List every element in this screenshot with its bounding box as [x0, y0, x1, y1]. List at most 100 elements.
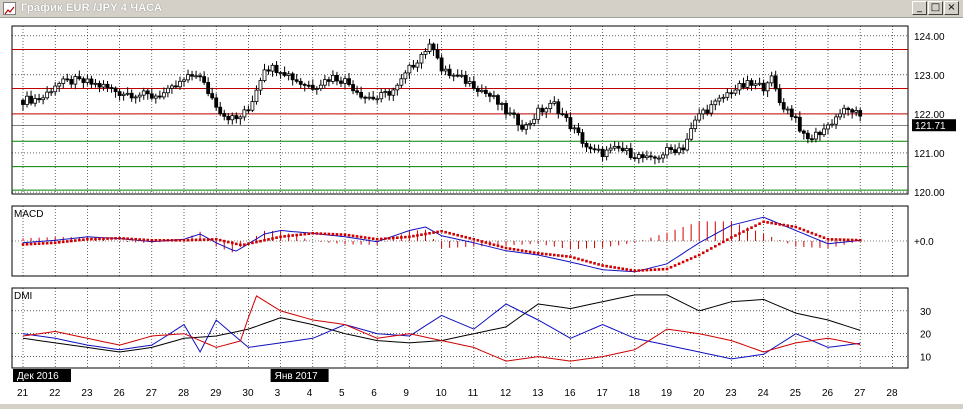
x-tick-label: 20	[693, 388, 705, 399]
candle-body	[475, 88, 480, 92]
chart-canvas[interactable]: 120.00121.00122.00123.00124.00121.71 MAC…	[0, 18, 963, 404]
candle-body	[41, 97, 46, 101]
macd-signal-dot	[371, 237, 375, 240]
macd-signal-dot	[138, 238, 142, 241]
x-tick-label: 25	[790, 388, 802, 399]
candle-body	[137, 94, 142, 98]
macd-signal-dot	[202, 238, 206, 241]
candle-body	[532, 118, 537, 124]
macd-signal-dot	[359, 235, 363, 239]
macd-signal-dot	[41, 242, 45, 245]
candle-body	[234, 115, 239, 120]
chart-area[interactable]: 120.00 121.00 122.00 123.00 124.00 121.71 MAC…	[0, 18, 963, 404]
macd-signal-dot	[74, 239, 77, 242]
candle-body	[854, 110, 859, 113]
macd-signal-dot	[540, 252, 544, 255]
macd-signal-dot	[597, 263, 600, 266]
macd-signal-dot	[404, 235, 407, 239]
macd-signal-dot	[714, 244, 717, 248]
candle-body	[262, 69, 267, 81]
macd-signal-dot	[194, 238, 198, 242]
candle-body	[415, 62, 420, 68]
x-tick-label: 23	[81, 388, 93, 399]
macd-signal-dot	[408, 235, 411, 239]
candle-body	[194, 75, 198, 78]
candle-body	[552, 101, 557, 104]
candle-body	[206, 82, 211, 94]
candle-body	[403, 72, 408, 80]
macd-signal-dot	[45, 241, 49, 245]
price-tick-label: 124.00	[914, 32, 945, 43]
candle-body	[596, 148, 601, 151]
macd-signal-dot	[468, 236, 472, 240]
candle-body	[793, 116, 798, 119]
candle-body	[661, 154, 665, 159]
candle-body	[516, 113, 520, 126]
macd-signal-dot	[649, 268, 653, 272]
candle-body	[37, 98, 41, 101]
macd-signal-dot	[669, 265, 673, 269]
macd-signal-dot	[806, 230, 810, 233]
candle-body	[624, 148, 629, 152]
candle-body	[145, 90, 150, 95]
macd-signal-dot	[641, 269, 645, 272]
candle-body	[483, 89, 488, 94]
candle-body	[717, 97, 722, 102]
candle-body	[709, 104, 714, 114]
candle-body	[572, 127, 577, 130]
candle-body	[387, 91, 392, 96]
macd-signal-dot	[830, 238, 834, 241]
candle-body	[761, 82, 766, 92]
candle-body	[846, 107, 851, 111]
candle-body	[214, 97, 219, 108]
macd-signal-dot	[532, 251, 536, 254]
candle-body	[33, 98, 37, 104]
macd-signal-dot	[488, 242, 492, 245]
macd-signal-dot	[146, 238, 150, 242]
candle-body	[431, 43, 436, 51]
macd-signal-dot	[210, 238, 214, 241]
macd-signal-dot	[512, 248, 516, 251]
macd-pane: MACD +0.0	[11, 205, 934, 277]
candle-body	[544, 108, 549, 113]
candle-body	[520, 124, 524, 130]
macd-signal-dot	[520, 249, 524, 252]
candle-body	[165, 87, 170, 94]
minimize-button[interactable]: _	[912, 1, 927, 15]
candle-body	[701, 109, 706, 115]
macd-signal-dot	[617, 266, 620, 270]
candle-body	[85, 78, 90, 83]
macd-signal-dot	[826, 237, 830, 241]
macd-signal-dot	[231, 241, 234, 245]
macd-signal-dot	[657, 268, 661, 271]
macd-signal-dot	[412, 234, 415, 238]
candle-body	[814, 131, 818, 140]
candle-body	[753, 83, 758, 86]
macd-signal-dot	[528, 250, 532, 254]
candle-body	[383, 91, 388, 93]
candle-body	[697, 113, 702, 121]
macd-signal-dot	[774, 222, 777, 226]
candle-body	[29, 95, 33, 104]
macd-signal-dot	[331, 232, 335, 236]
macd-signal-dot	[222, 239, 226, 243]
title-bar[interactable]: График EUR /JPY 4 ЧАСА _ □ ×	[0, 0, 963, 18]
last-price-label: 121.71	[915, 121, 946, 132]
close-button[interactable]: ×	[944, 1, 959, 15]
candle-body	[298, 80, 303, 85]
macd-signal-dot	[375, 237, 379, 241]
macd-signal-dot	[754, 224, 757, 227]
macd-signal-dot	[653, 268, 657, 271]
candle-body	[443, 68, 448, 72]
macd-signal-dot	[110, 237, 113, 240]
macd-signal-dot	[589, 260, 592, 264]
candle-body	[65, 78, 70, 81]
candle-body	[81, 78, 86, 83]
macd-signal-dot	[130, 237, 133, 241]
maximize-button[interactable]: □	[928, 1, 943, 15]
candle-body	[733, 89, 738, 94]
macd-signal-dot	[154, 239, 158, 242]
macd-signal-dot	[854, 238, 858, 242]
candle-body	[121, 93, 126, 96]
macd-signal-dot	[536, 251, 540, 255]
